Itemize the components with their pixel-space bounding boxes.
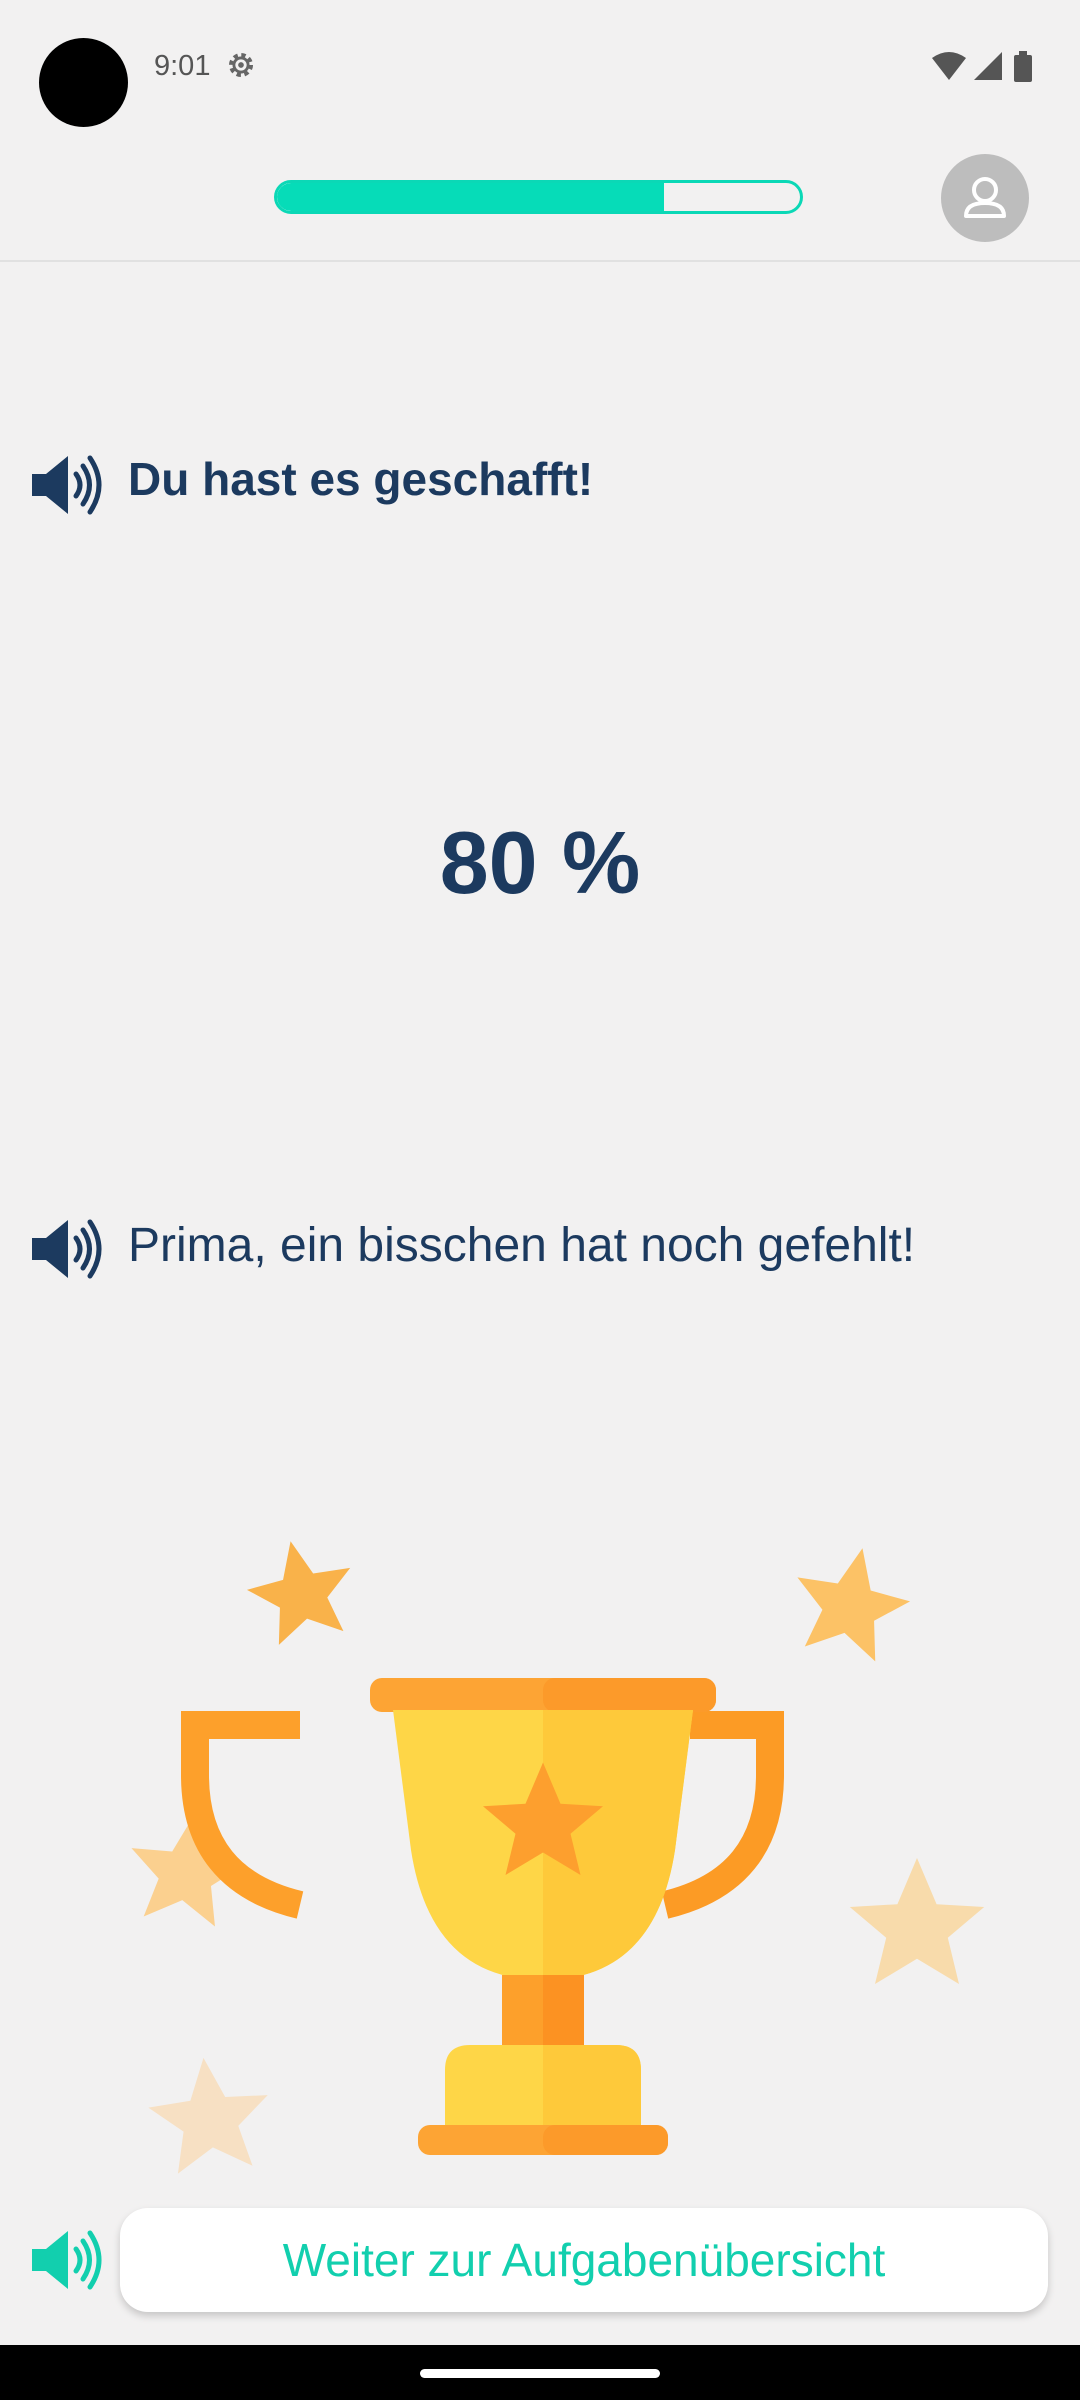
trophy-illustration — [122, 1530, 985, 2176]
top-bar — [0, 130, 1080, 262]
status-time: 9:01 — [154, 50, 211, 82]
navigation-bar — [0, 2345, 1080, 2400]
camera-cutout — [39, 38, 128, 127]
status-bar: 9:01 — [0, 0, 1080, 130]
settings-icon — [228, 52, 254, 78]
star-icon — [849, 1858, 985, 1984]
progress-bar — [274, 180, 803, 214]
speaker-icon[interactable] — [30, 2227, 106, 2293]
battery-icon — [1014, 55, 1032, 82]
score-percent: 80 % — [439, 813, 641, 912]
wifi-icon — [932, 52, 966, 80]
home-gesture-handle[interactable] — [420, 2369, 660, 2378]
speaker-icon[interactable] — [30, 1216, 106, 1282]
result-message: Prima, ein bisschen hat noch gefehlt! — [128, 1219, 916, 1272]
star-icon — [783, 1536, 919, 1666]
star-icon — [143, 2051, 275, 2176]
result-heading: Du hast es geschafft! — [128, 453, 594, 505]
profile-button[interactable] — [941, 154, 1029, 242]
star-icon — [238, 1530, 363, 1650]
speaker-icon[interactable] — [30, 452, 106, 518]
continue-button[interactable]: Weiter zur Aufgabenübersicht — [120, 2208, 1048, 2312]
system-icons — [932, 51, 1032, 82]
user-icon — [964, 177, 1006, 218]
signal-icon — [974, 52, 1002, 80]
progress-fill — [277, 183, 665, 211]
